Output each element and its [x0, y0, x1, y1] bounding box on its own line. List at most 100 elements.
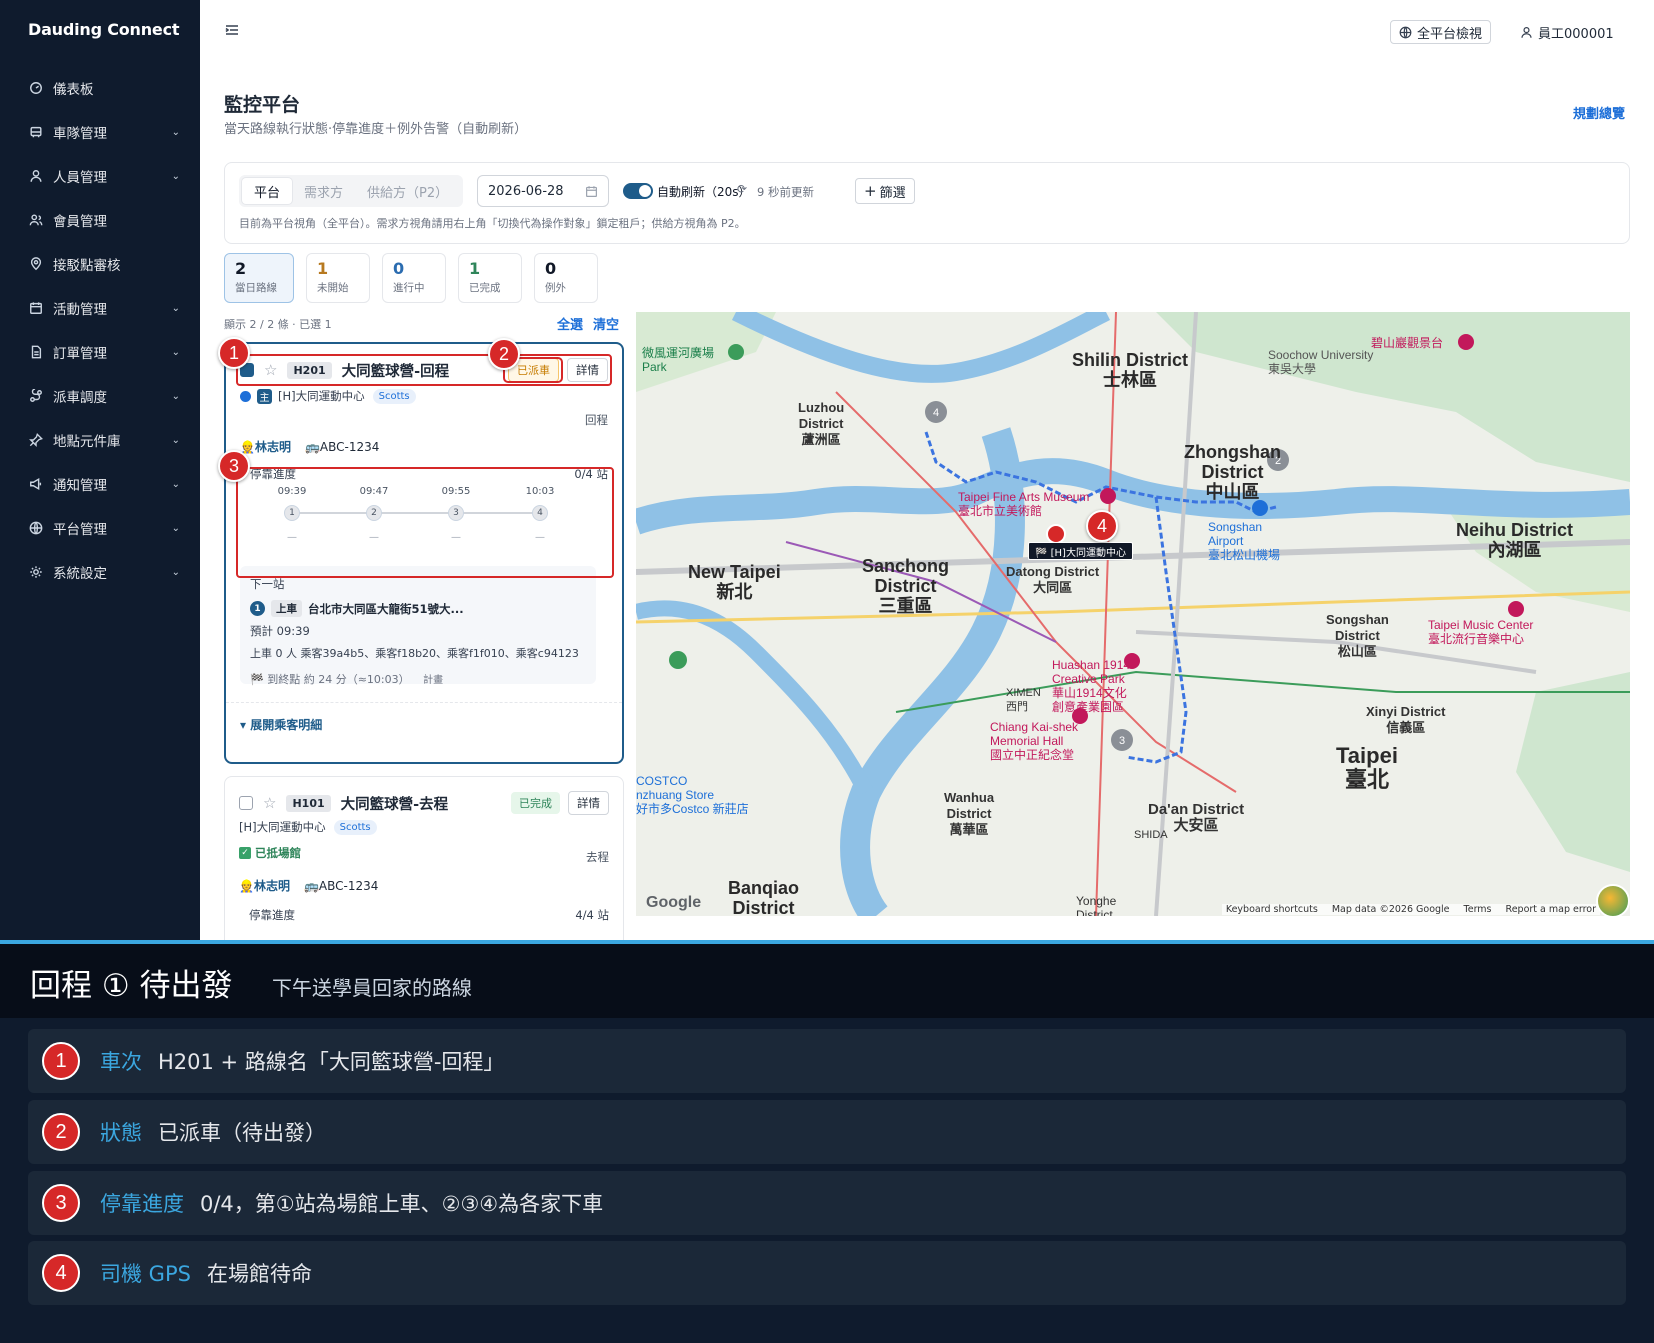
map-report-error[interactable]: Report a map error: [1506, 904, 1596, 915]
route-code: H101: [286, 794, 331, 812]
sidebar-item-11[interactable]: 系統設定 ⌄: [0, 550, 200, 594]
sidebar-item-10[interactable]: 平台管理 ⌄: [0, 506, 200, 550]
driver-name[interactable]: 林志明: [254, 877, 290, 894]
vehicle-map-label[interactable]: 🏁 [H]大同運動中心: [1028, 542, 1133, 560]
stat-card-3[interactable]: 1 已完成: [458, 253, 522, 303]
flag-icon: 🏁: [250, 673, 264, 686]
members-icon: [28, 212, 44, 228]
explanation-row-2: 2 狀態 已派車（待出發）: [28, 1100, 1626, 1164]
vehicle-plate: 🚌ABC-1234: [303, 878, 379, 893]
street-view-pegman-icon[interactable]: [1596, 884, 1630, 916]
auto-refresh-toggle[interactable]: [623, 183, 653, 199]
map-poi-bishan[interactable]: 碧山巖觀景台: [1371, 336, 1443, 350]
map-view[interactable]: 4 2 3 Shilin District 士林區 Zhongshan Distri…: [636, 312, 1630, 916]
driver-row: 👷 林志明 🚌ABC-1234: [240, 438, 379, 455]
plan-overview-link[interactable]: 規劃總覽: [1573, 103, 1625, 122]
svg-text:4: 4: [933, 407, 939, 419]
sidebar-item-2[interactable]: 人員管理 ⌄: [0, 154, 200, 198]
chevron-down-icon: ⌄: [171, 302, 180, 314]
plus-icon: +: [864, 182, 877, 200]
venue-row: [H]大同運動中心 Scotts: [239, 819, 377, 835]
venue-row: 主 [H]大同運動中心 Scotts: [240, 388, 416, 404]
map-poi-costco[interactable]: COSTCO nzhuang Store 好市多Costco 新莊店: [636, 774, 749, 816]
map-label-datong: Datong District 大同區: [1006, 564, 1100, 595]
map-poi-music-center[interactable]: Taipei Music Center 臺北流行音樂中心: [1428, 618, 1533, 646]
map-poi-soochow[interactable]: Soochow University 東吳大學: [1268, 348, 1373, 376]
next-stop-title: 下一站: [250, 577, 285, 591]
sidebar-item-7[interactable]: 派車調度 ⌄: [0, 374, 200, 418]
map-poi-huashan[interactable]: Huashan 1914 Creative Park 華山1914文化 創意產業園區: [1052, 658, 1130, 714]
next-stop-passengers: 上車 0 人 乘客39a4b5、乘客f18b20、乘客f1f010、乘客c941…: [250, 647, 579, 660]
stop-number: 1: [250, 601, 265, 616]
brand-logo[interactable]: Dauding Connect: [28, 20, 180, 39]
driver-icon: 👷: [239, 878, 254, 893]
star-icon[interactable]: ☆: [263, 794, 276, 812]
sidebar-item-6[interactable]: 訂單管理 ⌄: [0, 330, 200, 374]
stat-card-0[interactable]: 2 當日路線: [224, 253, 294, 303]
explanation-key: 停靠進度: [100, 1192, 184, 1216]
sidebar-item-3[interactable]: 會員管理: [0, 198, 200, 242]
user-menu[interactable]: 員工000001: [1520, 20, 1614, 44]
platform-view-button[interactable]: 全平台檢視: [1390, 20, 1492, 44]
map-label-zhongshan: Zhongshan District 中山區: [1184, 442, 1281, 502]
explanation-value: H201 + 路線名「大同籃球營-回程」: [158, 1050, 505, 1074]
date-picker[interactable]: 2026-06-28: [477, 175, 609, 207]
driver-row: 👷 林志明 🚌ABC-1234: [239, 877, 378, 894]
globe-icon: [1399, 26, 1412, 38]
map-keyboard-shortcuts[interactable]: Keyboard shortcuts: [1226, 904, 1318, 915]
plan-tag: 計畫: [423, 675, 444, 686]
segment-platform[interactable]: 平台: [242, 178, 293, 204]
select-all-link[interactable]: 全選: [557, 314, 583, 333]
expand-passengers-link[interactable]: ▾ 展開乘客明細: [240, 716, 322, 733]
stat-caption: 未開始: [317, 282, 349, 294]
refresh-icon[interactable]: ⟳: [737, 182, 747, 196]
explanation-title: 回程 ① 待出發: [30, 968, 233, 1004]
main-venue-tag: 主: [257, 388, 272, 404]
filter-button[interactable]: + 篩選: [855, 178, 915, 204]
sidebar-item-4[interactable]: 接駁點審核: [0, 242, 200, 286]
stat-card-4[interactable]: 0 例外: [534, 253, 598, 303]
globe-icon: [28, 520, 44, 536]
stat-card-2[interactable]: 0 進行中: [382, 253, 446, 303]
sidebar-item-5[interactable]: 活動管理 ⌄: [0, 286, 200, 330]
map-base: 4 2 3: [636, 312, 1630, 916]
detail-button[interactable]: 詳情: [568, 791, 609, 815]
perspective-note: 目前為平台視角（全平台）。需求方視角請用右上角「切換代為操作對象」鎖定租戶；供給…: [239, 217, 746, 230]
route-icon: [28, 388, 44, 404]
map-poi-fine-arts-museum[interactable]: Taipei Fine Arts Museum 臺北市立美術館: [958, 490, 1089, 518]
map-poi-riverside-park[interactable]: 微風運河廣場 Park: [642, 346, 714, 374]
progress-label: 停靠進度: [249, 908, 295, 922]
sidebar-item-0[interactable]: 儀表板: [0, 66, 200, 110]
sidebar-nav: 儀表板 車隊管理 ⌄ 人員管理 ⌄ 會員管理 接駁點審核 活動管理 ⌄ 訂單管理 ⌄ 派車調度 ⌄ 地點元…: [0, 66, 200, 594]
route-checkbox[interactable]: [239, 796, 253, 810]
route-card-h101[interactable]: ☆ H101 大同籃球營-去程 已完成 詳情 [H]大同運動中心 Scotts …: [224, 776, 624, 940]
stat-card-1[interactable]: 1 未開始: [306, 253, 370, 303]
sidebar-item-8[interactable]: 地點元件庫 ⌄: [0, 418, 200, 462]
map-label-neihu: Neihu District 內湖區: [1456, 520, 1574, 560]
sidebar-item-1[interactable]: 車隊管理 ⌄: [0, 110, 200, 154]
sidebar-item-label: 系統設定: [53, 566, 107, 582]
list-actions: 全選 清空: [557, 314, 619, 333]
stat-caption: 進行中: [393, 282, 425, 294]
chevron-down-icon: ⌄: [171, 390, 180, 402]
segment-demand[interactable]: 需求方: [292, 178, 355, 204]
map-terms[interactable]: Terms: [1464, 904, 1492, 915]
stat-number: 2: [235, 259, 247, 278]
explanation-key: 車次: [100, 1050, 142, 1074]
stat-number: 1: [317, 259, 329, 278]
explanation-subtitle: 下午送學員回家的路線: [272, 976, 472, 1000]
bus-icon: [28, 124, 44, 140]
map-label-new-taipei: New Taipei 新北: [688, 562, 781, 602]
menu-toggle-icon[interactable]: [224, 22, 240, 38]
clear-link[interactable]: 清空: [593, 314, 619, 333]
explanation-number: 1: [42, 1042, 80, 1080]
explanation-row-1: 1 車次 H201 + 路線名「大同籃球營-回程」: [28, 1029, 1626, 1093]
map-poi-songshan-airport[interactable]: Songshan Airport 臺北松山機場: [1208, 520, 1280, 562]
sidebar-item-9[interactable]: 通知管理 ⌄: [0, 462, 200, 506]
dashboard-icon: [28, 80, 44, 96]
filter-card: 平台 需求方 供給方（P2） 2026-06-28 自動刷新（20s） ⟳ 9 …: [224, 162, 1630, 244]
bus-icon: 🚌: [304, 439, 320, 454]
map-poi-chiang-kai-shek[interactable]: Chiang Kai-shek Memorial Hall 國立中正紀念堂: [990, 720, 1078, 762]
segment-supply[interactable]: 供給方（P2）: [355, 178, 460, 204]
driver-name[interactable]: 林志明: [255, 438, 291, 455]
